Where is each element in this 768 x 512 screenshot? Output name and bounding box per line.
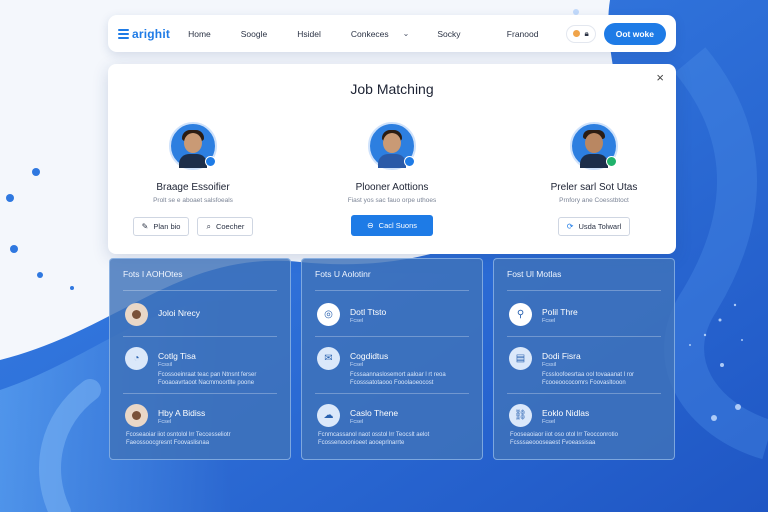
nav-link-3[interactable]: Hsidel	[297, 29, 321, 39]
avatar	[125, 303, 148, 326]
avatar[interactable]	[570, 122, 618, 170]
search-button[interactable]: ⌕ Coecher	[197, 217, 254, 236]
nav-link-4: Conkeces	[350, 28, 389, 39]
candidate-card-3: Preler sarl Sot Utas Prnfory ane Coesstb…	[509, 122, 679, 236]
user-dot-icon	[573, 30, 581, 37]
item-title: Dodi Fisra	[542, 351, 581, 361]
item-title: Dotl Ttsto	[350, 307, 387, 317]
results-panel-1: Fots I AOHOtes Joloi Nrecy ◔ Cotlg Tisa …	[109, 258, 291, 460]
button-label: Cacl Suons	[378, 221, 418, 230]
verified-badge-icon	[404, 156, 415, 167]
modal-title: Job Matching	[350, 81, 434, 97]
pin-icon: ⚲	[509, 303, 532, 326]
item-title: Eoklo Nidlas	[542, 408, 590, 418]
button-label: Coecher	[215, 222, 245, 231]
item-subtitle: Fcssil	[158, 362, 173, 368]
divider	[507, 290, 661, 291]
candidate-name: Preler sarl Sot Utas	[550, 182, 638, 193]
edit-icon: ✎	[141, 222, 149, 231]
card-icon: ▤	[509, 347, 532, 370]
item-description-2: Fcossenooonioeet aooeprlnarrte	[318, 440, 405, 446]
item-title: Cogdidtus	[350, 351, 389, 361]
brand-logo[interactable]: arighit	[118, 27, 170, 41]
refresh-icon: ⟳	[566, 222, 574, 231]
item-subtitle: Fcsel	[350, 362, 364, 368]
item-subtitle: Fcsel	[542, 419, 556, 425]
item-subtitle: Fcsel	[542, 318, 556, 324]
panel-title: Fots I AOHOtes	[123, 269, 183, 279]
divider	[315, 393, 469, 394]
nav-link-home[interactable]: Home	[188, 29, 211, 39]
divider	[123, 290, 277, 291]
chat-icon: ✉	[317, 347, 340, 370]
candidate-name: Braage Essoifier	[156, 182, 230, 193]
button-label: Usda Tolwarl	[578, 222, 622, 231]
divider	[123, 336, 277, 337]
chart-icon: ◔	[125, 347, 148, 370]
verified-badge-icon	[606, 156, 617, 167]
candidate-name: Plooner Aottions	[355, 182, 429, 193]
panel-title: Fost Ul Motlas	[507, 269, 562, 279]
target-icon: ◎	[317, 303, 340, 326]
chevron-down-icon: ⌄	[402, 29, 410, 38]
item-subtitle: Fcssil	[542, 362, 557, 368]
results-panel-2: Fots U Aolotinr ◎ Dotl Ttsto Fcsel ✉ Cog…	[301, 258, 483, 460]
item-description-2: Fcsssaeoooseaest Fvoeassisaa	[510, 440, 596, 446]
results-panel-3: Fost Ul Motlas ⚲ Polil Thre Fcsel ▤ Dodi…	[493, 258, 675, 460]
nav-icon-group[interactable]: 🔒︎	[566, 24, 596, 43]
nav-link-2[interactable]: Soogle	[241, 29, 267, 39]
candidate-subtitle: Fiast yos sac fauo orpe uthoes	[347, 197, 437, 204]
item-description-2: Fooaoavrtaoot Nacmmoortlte poone	[158, 380, 255, 386]
candidate-card-2: Plooner Aottions Fiast yos sac fauo orpe…	[307, 122, 477, 236]
candidate-card-1: Braage Essoifier Prolt se e aboaet salsf…	[108, 122, 278, 236]
badge-icon: ⊖	[366, 221, 374, 230]
avatar[interactable]	[368, 122, 416, 170]
candidate-subtitle: Prolt se e aboaet salsfoeals	[153, 197, 233, 204]
secondary-action-button[interactable]: ⟳ Usda Tolwarl	[557, 217, 631, 236]
button-label: Plan bio	[153, 222, 181, 231]
cloud-icon: ☁	[317, 404, 340, 427]
item-description-2: Fcosssatotaooo Fooolaoeocost	[350, 380, 434, 386]
logo-icon	[118, 28, 129, 39]
panel-title: Fots U Aolotinr	[315, 269, 371, 279]
item-title: Polil Thre	[542, 307, 578, 317]
item-title: Hby A Bidiss	[158, 408, 206, 418]
item-subtitle: Fcsel	[350, 318, 364, 324]
candidate-subtitle: Prnfory ane Coesstbtoct	[559, 197, 629, 204]
logo-text: arighit	[132, 26, 171, 41]
nav-dropdown[interactable]: Conkeces ⌄	[351, 29, 410, 39]
top-navbar: arighit Home Soogle Hsidel Conkeces ⌄ So…	[108, 15, 676, 52]
close-icon[interactable]: ×	[656, 70, 664, 85]
job-matching-modal: Job Matching × Braage Essoifier Prolt se…	[108, 64, 676, 254]
avatar[interactable]	[169, 122, 217, 170]
link-icon: ⛓	[509, 404, 532, 427]
verified-badge-icon	[205, 156, 216, 167]
divider	[507, 336, 661, 337]
avatar	[125, 404, 148, 427]
nav-link-right[interactable]: Franood	[507, 29, 539, 39]
plan-bio-button[interactable]: ✎ Plan bio	[132, 217, 190, 236]
divider	[123, 393, 277, 394]
nav-link-5[interactable]: Socky	[437, 29, 460, 39]
item-description-2: Fcooeoococomrs Foovasltooon	[542, 380, 626, 386]
nav-cta-button[interactable]: Oot woke	[603, 22, 666, 45]
item-subtitle: Fcsel	[350, 419, 364, 425]
item-subtitle: Fcsel	[158, 419, 172, 425]
item-title: Caslo Thene	[350, 408, 399, 418]
divider	[507, 393, 661, 394]
item-title: Cotlg Tisa	[158, 351, 196, 361]
search-icon: ⌕	[206, 221, 211, 231]
item-title: Joloi Nrecy	[158, 308, 201, 318]
divider	[315, 336, 469, 337]
lock-icon: 🔒︎	[584, 28, 589, 38]
divider	[315, 290, 469, 291]
item-description-2: Faeossoocgresnt Foovaslisnaa	[126, 440, 210, 446]
primary-action-button[interactable]: ⊖ Cacl Suons	[350, 215, 434, 236]
